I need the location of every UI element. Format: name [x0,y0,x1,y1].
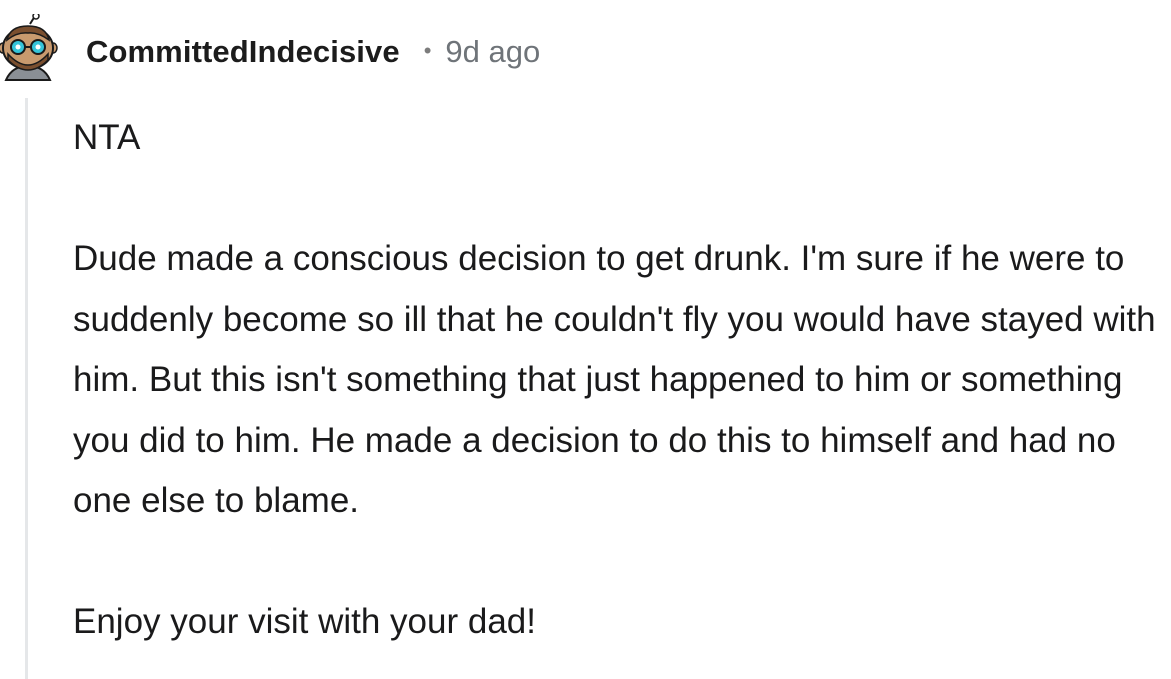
comment-paragraph: NTA [73,118,141,157]
reddit-snoo-avatar-icon [0,12,58,81]
comment-timestamp[interactable]: 9d ago [445,34,540,70]
comment-paragraph: Enjoy your visit with your dad! [73,602,536,641]
comment-header: CommittedIndecisive • 9d ago [86,30,540,74]
username-link[interactable]: CommittedIndecisive [86,34,400,70]
comment-body: NTA Dude made a conscious decision to ge… [73,108,1163,653]
user-avatar[interactable] [0,12,58,86]
thread-collapse-line[interactable] [25,98,28,679]
comment: CommittedIndecisive • 9d ago NTA Dude ma… [0,0,1171,679]
meta-separator: • [423,38,432,63]
comment-paragraph: Dude made a conscious decision to get dr… [73,239,1156,520]
